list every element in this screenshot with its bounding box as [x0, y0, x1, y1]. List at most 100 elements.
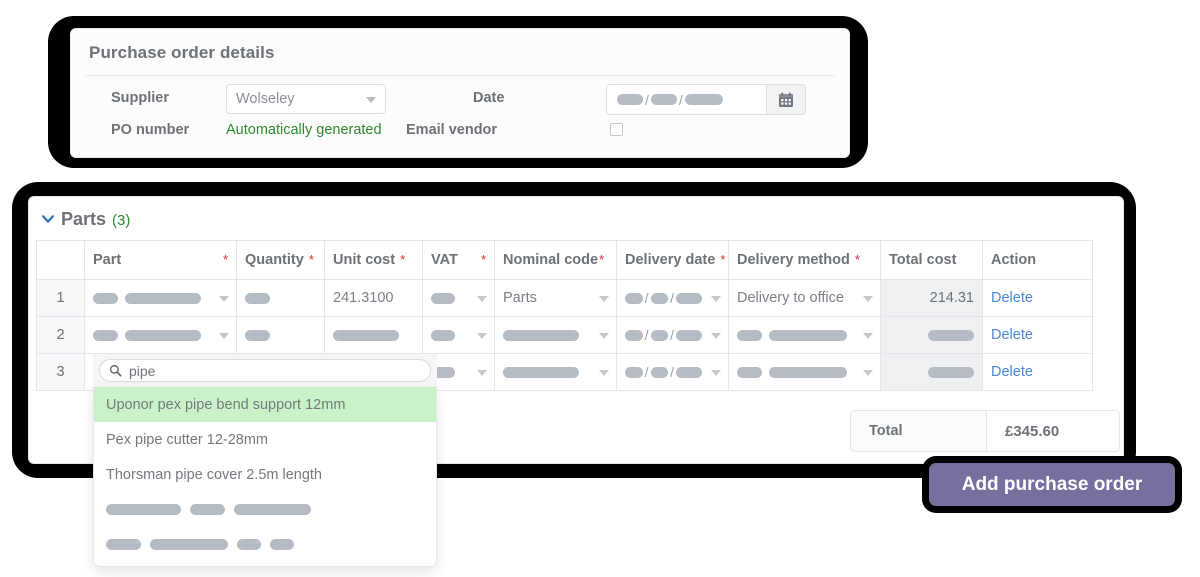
header-quantity-label: Quantity — [245, 252, 304, 268]
date-input[interactable]: / / — [607, 85, 766, 114]
redacted-month — [651, 94, 677, 105]
po-number-value: Automatically generated — [226, 122, 382, 138]
nominal-code-select[interactable] — [495, 354, 617, 391]
delivery-method-select[interactable] — [729, 317, 881, 354]
autocomplete-option-redacted[interactable] — [94, 527, 436, 562]
autocomplete-option-redacted[interactable] — [94, 492, 436, 527]
supplier-label: Supplier — [111, 90, 169, 106]
nominal-code-select[interactable]: Parts — [495, 280, 617, 317]
date-separator-1: / — [645, 92, 649, 108]
row-number: 1 — [37, 280, 85, 317]
delivery-date-input[interactable]: // — [617, 317, 729, 354]
nominal-code-value: Parts — [503, 290, 537, 306]
header-delivery-date: Delivery date * — [617, 241, 729, 280]
redacted-quantity — [245, 330, 270, 341]
add-purchase-order-button[interactable]: Add purchase order — [929, 463, 1175, 506]
action-cell: Delete — [983, 280, 1093, 317]
parts-section-header[interactable]: Parts (3) — [29, 197, 1123, 240]
required-marker: * — [223, 252, 228, 267]
autocomplete-search-bar: pipe — [93, 354, 437, 387]
redacted-day — [617, 94, 643, 105]
parts-section-title: Parts — [61, 209, 106, 230]
header-action: Action — [983, 241, 1093, 280]
chevron-down-icon[interactable] — [41, 212, 55, 226]
quantity-input[interactable] — [237, 317, 325, 354]
delete-link[interactable]: Delete — [991, 364, 1033, 380]
chevron-down-icon — [599, 370, 609, 376]
unit-cost-value: 241.3100 — [333, 290, 393, 306]
total-box: Total £345.60 — [850, 410, 1120, 452]
part-search-input[interactable]: pipe — [99, 359, 431, 382]
header-delivery-method-label: Delivery method — [737, 252, 850, 268]
supplier-select-value: Wolseley — [236, 91, 295, 107]
quantity-input[interactable] — [237, 280, 325, 317]
total-value: £345.60 — [987, 411, 1119, 451]
chevron-down-icon — [863, 333, 873, 339]
autocomplete-option[interactable]: Thorsman pipe cover 2.5m length — [94, 457, 436, 492]
po-number-label: PO number — [111, 122, 189, 138]
vat-select[interactable] — [423, 317, 495, 354]
nominal-code-select[interactable] — [495, 317, 617, 354]
header-quantity: Quantity * — [237, 241, 325, 280]
chevron-down-icon — [477, 333, 487, 339]
required-marker: * — [400, 252, 405, 267]
required-marker: * — [855, 252, 860, 267]
date-label: Date — [473, 90, 504, 106]
redacted-unit-cost — [333, 330, 399, 341]
autocomplete-option[interactable]: Pex pipe cutter 12-28mm — [94, 422, 436, 457]
chevron-down-icon — [599, 296, 609, 302]
delivery-method-select[interactable]: Delivery to office — [729, 280, 881, 317]
chevron-down-icon — [477, 296, 487, 302]
search-icon — [109, 364, 122, 377]
date-field-group[interactable]: / / — [606, 84, 806, 115]
vat-select[interactable] — [423, 280, 495, 317]
calendar-icon — [778, 92, 794, 108]
part-select[interactable] — [85, 280, 237, 317]
delivery-date-input[interactable]: // — [617, 280, 729, 317]
unit-cost-input[interactable]: 241.3100 — [325, 280, 423, 317]
header-rownum — [37, 241, 85, 280]
autocomplete-option[interactable]: Uponor pex pipe bend support 12mm — [94, 387, 436, 422]
table-row: 1 241.3100 — [37, 280, 1093, 317]
redacted-total-cost — [928, 330, 974, 341]
unit-cost-input[interactable] — [325, 317, 423, 354]
chevron-down-icon — [599, 333, 609, 339]
delivery-method-select[interactable] — [729, 354, 881, 391]
chevron-down-icon — [711, 296, 721, 302]
date-separator-2: / — [679, 92, 683, 108]
header-unit-cost-label: Unit cost — [333, 252, 395, 268]
parts-section-count: (3) — [112, 212, 130, 229]
part-value — [93, 280, 228, 316]
purchase-order-title: Purchase order details — [71, 29, 849, 63]
chevron-down-icon — [711, 333, 721, 339]
header-total-cost: Total cost — [881, 241, 983, 280]
header-nominal-code: Nominal code* — [495, 241, 617, 280]
header-part: Part* — [85, 241, 237, 280]
header-unit-cost: Unit cost * — [325, 241, 423, 280]
delete-link[interactable]: Delete — [991, 327, 1033, 343]
table-header-row: Part* Quantity * Unit cost * VAT * Nomina… — [37, 241, 1093, 280]
part-search-query: pipe — [129, 363, 155, 379]
required-marker: * — [309, 252, 314, 267]
redacted-total-cost — [928, 367, 974, 378]
email-vendor-checkbox[interactable] — [610, 123, 623, 136]
chevron-down-icon — [219, 296, 229, 302]
email-vendor-label: Email vendor — [406, 122, 497, 138]
screen-root: Purchase order details Supplier Wolseley… — [0, 0, 1200, 577]
action-cell: Delete — [983, 354, 1093, 391]
redacted-year — [685, 94, 723, 105]
header-vat-label: VAT — [431, 252, 458, 268]
part-autocomplete-dropdown: pipe Uponor pex pipe bend support 12mm P… — [93, 354, 437, 567]
header-delivery-date-label: Delivery date — [625, 252, 715, 268]
autocomplete-option-list: Uponor pex pipe bend support 12mm Pex pi… — [93, 387, 437, 567]
row-number: 3 — [37, 354, 85, 391]
calendar-icon-button[interactable] — [766, 85, 805, 114]
delete-link[interactable]: Delete — [991, 290, 1033, 306]
part-select[interactable] — [85, 317, 237, 354]
purchase-order-fields: Supplier Wolseley PO number Automaticall… — [71, 76, 849, 146]
chevron-down-icon — [711, 370, 721, 376]
action-cell: Delete — [983, 317, 1093, 354]
supplier-select[interactable]: Wolseley — [226, 84, 386, 114]
chevron-down-icon — [366, 97, 376, 103]
delivery-date-input[interactable]: // — [617, 354, 729, 391]
